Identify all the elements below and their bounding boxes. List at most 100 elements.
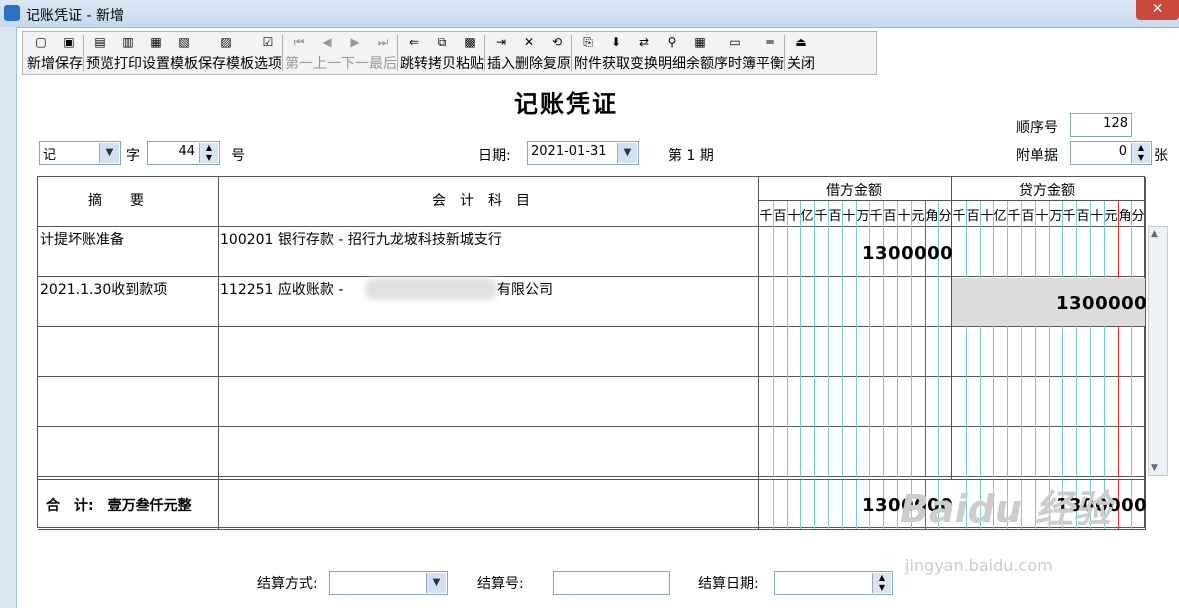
toolbar-button-label: 选项 [254,56,282,72]
row-2-credit-amount[interactable]: 1300000 [1056,293,1147,314]
spin-arrows-icon[interactable]: ▲ ▼ [199,143,218,163]
chevron-down-icon[interactable]: ▼ [617,143,637,163]
toolbar-button-13[interactable]: ⧉ 拷贝 [428,32,456,74]
baidu-watermark: Baidu 经验 [900,487,1112,531]
toolbar-button-label: 打印 [114,56,142,72]
grid-line [1090,201,1091,477]
toolbar-button-2[interactable]: ▤ 预览 [86,32,114,74]
row-1-account[interactable]: 100201 银行存款 - 招行九龙坡科技新城支行 [220,229,502,249]
toolbar-button-16[interactable]: ✕ 删除 [515,32,543,74]
toolbar-button-0[interactable]: ▢ 新增 [27,32,55,74]
scroll-up-icon[interactable]: ▲ [1151,229,1158,239]
attachment-count-stepper[interactable]: 0 ▲ ▼ [1070,141,1152,165]
toolbar-button-11[interactable]: ⏭ 最后 [369,32,397,74]
debit-digit-unit: 角 [925,209,939,224]
close-window-button[interactable]: ✕ [1136,0,1179,20]
toolbar-button-23[interactable]: ▭ 序时簿 [714,32,756,74]
debit-digit-unit: 百 [773,209,787,224]
toolbar-button-4[interactable]: ▦ 设置 [142,32,170,74]
voucher-date-value: 2021-01-31 [531,144,607,159]
toolbar-button-label: 复原 [543,56,571,72]
toolbar-button-10[interactable]: ▶ 下一 [341,32,369,74]
print-icon: ▥ [122,35,134,49]
settlement-number-input[interactable] [553,571,670,595]
grid-line [1021,201,1022,477]
settlement-date-stepper[interactable]: ▲ ▼ [774,571,893,595]
row-2-account[interactable]: 112251 应收账款 - [220,279,343,299]
toolbar-button-14[interactable]: ▩ 粘贴 [456,32,484,74]
credit-digit-unit: 千 [952,209,966,224]
toolbar-separator [397,35,398,71]
toolbar-button-8[interactable]: ⏮ 第一 [285,32,313,74]
toolbar-separator [282,35,283,71]
grid-line [758,177,759,529]
toolbar-button-3[interactable]: ▥ 打印 [114,32,142,74]
toolbar-separator [784,35,785,71]
toolbar-button-24[interactable]: ═ 平衡 [756,32,784,74]
chevron-down-icon[interactable]: ▼ [426,573,446,593]
row-1-summary[interactable]: 计提坏账准备 [40,229,124,249]
toolbar-button-21[interactable]: ⚲ 明细 [658,32,686,74]
credit-digit-unit: 百 [1021,209,1035,224]
toolbar-button-19[interactable]: ⬇ 获取 [602,32,630,74]
toolbar-button-7[interactable]: ☑ 选项 [254,32,282,74]
chevron-down-icon[interactable]: ▼ [99,143,119,163]
toolbar-button-label: 平衡 [756,56,784,72]
toolbar-button-label: 删除 [515,56,543,72]
insert-row-icon: ⇥ [495,35,507,49]
voucher-number-stepper[interactable]: 44 ▲ ▼ [147,141,220,165]
preview-icon: ▤ [94,35,106,49]
date-label: 日期: [478,148,511,164]
toolbar-button-label: 预览 [86,56,114,72]
copy-icon: ⧉ [437,35,447,49]
toolbar-button-1[interactable]: ▣ 保存 [55,32,83,74]
toolbar-button-22[interactable]: ▦ 余额 [686,32,714,74]
credit-digit-unit: 百 [966,209,980,224]
scroll-down-icon[interactable]: ▼ [1151,463,1158,473]
toolbar-button-label: 上一 [313,56,341,72]
grid-line [1118,201,1119,477]
toolbar-button-18[interactable]: ⎘ 附件 [574,32,602,74]
toolbar-button-6[interactable]: ▨ 保存模板 [198,32,254,74]
debit-column-header: 借方金额 [826,183,882,199]
fetch-icon: ⬇ [610,35,622,49]
grid-line [787,480,788,529]
voucher-entry-table: 千百十亿千百十万千百十元角分千百十亿千百十万千百十元角分 [37,176,1146,530]
detail-icon: ⚲ [667,35,677,49]
spin-arrows-icon[interactable]: ▲ ▼ [872,573,891,593]
grid-line [814,201,815,477]
toolbar-button-label: 变换 [630,56,658,72]
toolbar-button-15[interactable]: ⇥ 插入 [487,32,515,74]
grid-line [828,480,829,529]
seq-number-field[interactable]: 128 [1070,113,1132,137]
toolbar-button-5[interactable]: ▧ 模板 [170,32,198,74]
toolbar-button-label: 附件 [574,56,602,72]
voucher-date-picker[interactable]: 2021-01-31 ▼ [527,141,639,165]
toolbar-button-label: 跳转 [400,56,428,72]
voucher-word-select[interactable]: 记 ▼ [39,141,121,165]
settlement-method-select[interactable]: ▼ [329,571,448,595]
grid-line [773,201,774,477]
toolbar-button-17[interactable]: ⟲ 复原 [543,32,571,74]
table-scrollbar[interactable]: ▲ ▼ [1148,226,1168,476]
debit-digit-unit: 千 [759,209,773,224]
grid-line [842,201,843,477]
toolbar-button-25[interactable]: ⏏ 关闭 [787,32,815,74]
spin-arrows-icon[interactable]: ▲ ▼ [1131,143,1150,163]
toolbar-button-12[interactable]: ⇐ 跳转 [400,32,428,74]
grid-line [828,201,829,477]
grid-line [800,201,801,477]
row-1-debit-amount[interactable]: 1300000 [862,243,953,264]
settlement-method-label: 结算方式: [257,576,318,592]
row-2-account-tail: 有限公司 [497,282,553,298]
grid-line [1104,201,1105,477]
window-frame-left [0,27,17,608]
row-2-summary[interactable]: 2021.1.30收到款项 [40,279,167,299]
period-label: 第 1 期 [668,148,714,164]
settlement-date-label: 结算日期: [698,576,759,592]
toolbar-button-9[interactable]: ◀ 上一 [313,32,341,74]
credit-digit-unit: 十 [1090,209,1104,224]
debit-digit-unit: 百 [828,209,842,224]
toolbar-button-20[interactable]: ⇄ 变换 [630,32,658,74]
first-icon: ⏮ [293,35,305,49]
